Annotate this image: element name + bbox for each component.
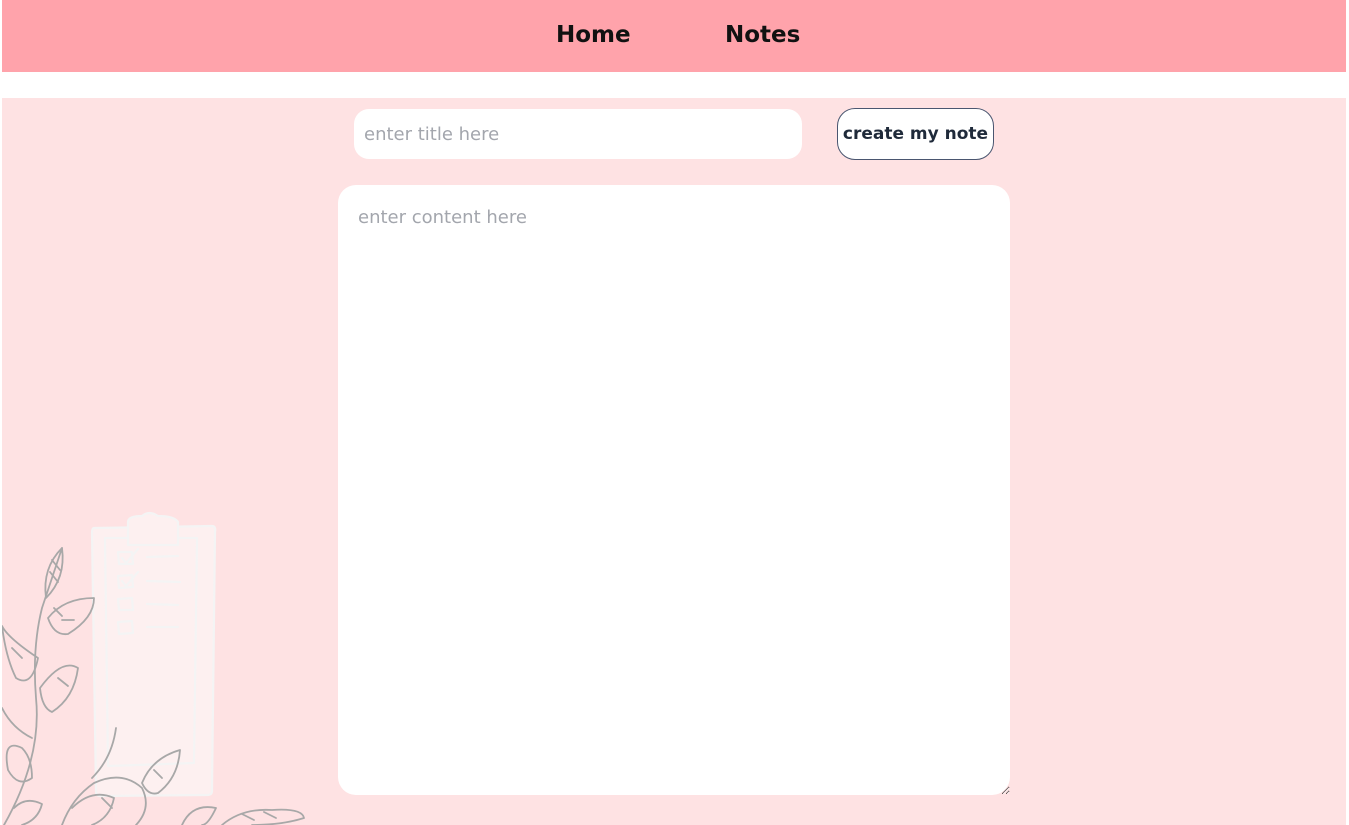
note-title-input[interactable] xyxy=(354,109,802,159)
note-editor-panel: create my note xyxy=(2,98,1346,825)
create-note-button[interactable]: create my note xyxy=(837,108,994,160)
nav-notes-link[interactable]: Notes xyxy=(725,19,800,51)
clipboard-icon xyxy=(90,511,217,798)
clipboard-leaves-illustration xyxy=(2,511,305,825)
note-content-textarea[interactable] xyxy=(338,185,1010,795)
top-navbar: Home Notes xyxy=(2,0,1346,72)
nav-home-link[interactable]: Home xyxy=(556,19,631,51)
